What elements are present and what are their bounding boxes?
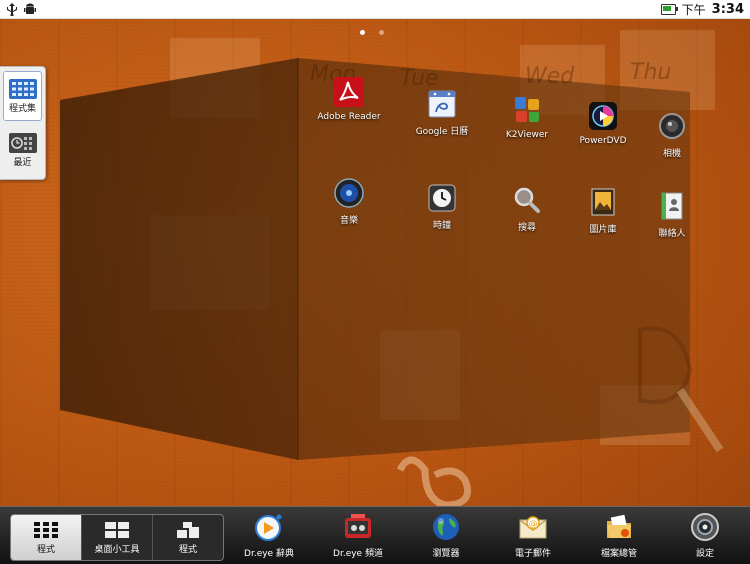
svg-text:@: @ xyxy=(529,520,538,530)
segment-apps[interactable]: 程式 xyxy=(11,515,82,560)
grid-icon xyxy=(8,78,37,99)
dock-app-label: 瀏覽器 xyxy=(432,549,460,559)
browser-globe-icon xyxy=(433,514,459,540)
wallpaper-word: Wed xyxy=(525,64,575,89)
app-label: 聯絡人 xyxy=(658,229,686,239)
google-calendar-icon xyxy=(428,90,456,118)
dock-app-label: Dr.eye 辭典 xyxy=(244,549,294,559)
segment-shortcuts[interactable]: 程式 xyxy=(153,515,223,560)
camera-icon xyxy=(659,113,685,139)
dock-app-email[interactable]: @ 電子郵件 xyxy=(493,511,573,559)
music-icon xyxy=(334,178,364,208)
side-tab-label: 程式集 xyxy=(8,103,36,114)
powerdvd-icon xyxy=(589,102,617,130)
widgets-icon xyxy=(105,521,129,538)
app-label: 搜尋 xyxy=(517,223,536,233)
search-icon xyxy=(514,187,540,213)
app-label: 時鐘 xyxy=(432,221,451,231)
gallery-icon xyxy=(591,188,615,216)
clock-icon xyxy=(428,184,456,212)
apps-grid-icon xyxy=(34,521,58,538)
dock-app-label: 檔案總管 xyxy=(600,549,637,559)
app-camera[interactable]: 相機 xyxy=(632,110,712,159)
side-tab-label: 最近 xyxy=(13,157,32,168)
app-label: 音樂 xyxy=(339,216,358,226)
app-clock[interactable]: 時鐘 xyxy=(402,182,482,231)
dock-app-label: 電子郵件 xyxy=(514,549,551,559)
dock-app-browser[interactable]: 瀏覽器 xyxy=(406,511,486,559)
app-k2viewer[interactable]: K2Viewer xyxy=(487,94,567,140)
settings-icon xyxy=(691,513,719,541)
k2viewer-icon xyxy=(515,97,539,122)
adobe-reader-icon xyxy=(334,77,364,107)
segment-label: 程式 xyxy=(36,544,55,555)
app-label: K2Viewer xyxy=(505,130,549,140)
app-contacts[interactable]: 聯絡人 xyxy=(632,190,712,239)
segment-label: 桌面小工具 xyxy=(94,544,140,555)
dock-app-label: Dr.eye 頻道 xyxy=(333,549,383,559)
file-manager-icon xyxy=(607,514,631,538)
dock-app-settings[interactable]: 設定 xyxy=(665,511,745,559)
app-music[interactable]: 音樂 xyxy=(309,177,389,226)
dock-app-dreye-channel[interactable]: Dr.eye 頻道 xyxy=(318,511,398,559)
app-label: Adobe Reader xyxy=(317,112,381,122)
dreye-dictionary-icon xyxy=(255,514,282,541)
app-gallery[interactable]: 圖片庫 xyxy=(563,186,643,235)
launcher-side-panel: 程式集 最近 xyxy=(0,66,46,180)
side-tab-recent[interactable]: 最近 xyxy=(3,125,42,175)
email-icon: @ xyxy=(519,516,547,539)
app-label: PowerDVD xyxy=(579,136,627,146)
dock-segmented-control: 程式 桌面小工具 程式 xyxy=(10,514,224,561)
app-label: 相機 xyxy=(662,149,681,159)
app-adobe-reader[interactable]: Adobe Reader xyxy=(309,76,389,122)
dock-app-label: 設定 xyxy=(695,549,714,559)
side-tab-apps[interactable]: 程式集 xyxy=(3,71,42,121)
app-powerdvd[interactable]: PowerDVD xyxy=(563,100,643,146)
app-label: 圖片庫 xyxy=(589,225,617,235)
app-label: Google 日曆 xyxy=(415,127,469,137)
contacts-icon xyxy=(661,192,683,220)
bottom-dock: 程式 桌面小工具 程式 Dr.eye 辭典 Dr.eye 頻道 瀏覽器 @ 電子… xyxy=(0,506,750,564)
dreye-channel-icon xyxy=(345,514,371,538)
recent-clock-icon xyxy=(8,132,37,153)
dock-app-file-manager[interactable]: 檔案總管 xyxy=(579,511,659,559)
shortcuts-icon xyxy=(177,521,199,538)
app-google-calendar[interactable]: Google 日曆 xyxy=(402,88,482,137)
wallpaper-word: Thu xyxy=(630,60,672,85)
segment-label: 程式 xyxy=(178,544,197,555)
segment-widgets[interactable]: 桌面小工具 xyxy=(82,515,153,560)
app-search[interactable]: 搜尋 xyxy=(487,184,567,233)
dock-app-dreye-dictionary[interactable]: Dr.eye 辭典 xyxy=(229,511,309,559)
